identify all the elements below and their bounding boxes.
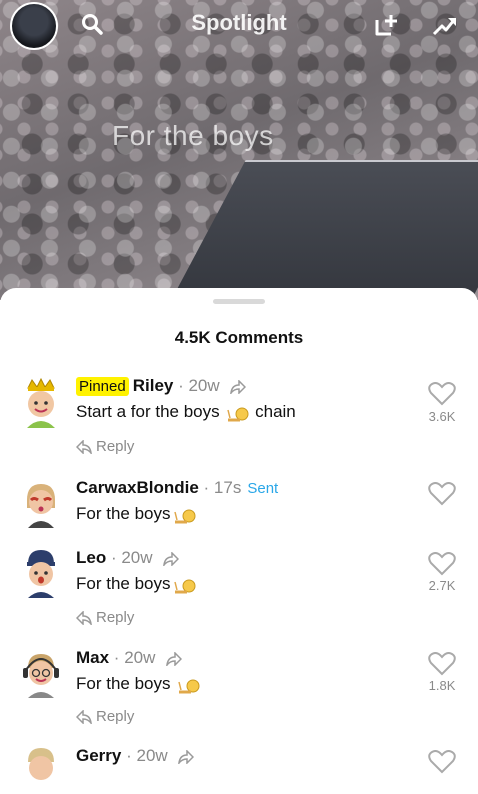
comment-age: 17s	[213, 478, 242, 497]
reply-button[interactable]: Reply	[75, 609, 134, 627]
avatar[interactable]	[18, 648, 64, 698]
reply-icon	[75, 709, 93, 726]
heart-icon[interactable]	[428, 382, 456, 406]
reply-button[interactable]: Reply	[75, 708, 134, 726]
spotlight-video[interactable]: For the boys	[0, 0, 478, 300]
comment-text: Start a for the boys chain	[76, 402, 296, 422]
comments-count: 4.5K Comments	[174, 328, 304, 347]
snail-emoji-icon	[173, 579, 195, 594]
like-count: 1.8K	[428, 678, 456, 693]
avatar[interactable]	[18, 744, 64, 794]
trend-arrow-icon[interactable]	[432, 14, 458, 38]
add-story-icon[interactable]	[373, 12, 399, 38]
comment-author[interactable]: Max	[76, 648, 109, 667]
comment-text: For the boys	[76, 574, 197, 594]
comment-header: Leo · 20w	[76, 548, 180, 568]
comment-header: Max · 20w	[76, 648, 183, 668]
comment-age: 20w	[136, 746, 168, 765]
like-count: 2.7K	[428, 578, 456, 593]
comment-text: For the boys	[76, 674, 201, 694]
comment-author[interactable]: Gerry	[76, 746, 121, 765]
comment-author[interactable]: Riley	[133, 376, 174, 395]
comment-text: For the boys	[76, 504, 197, 524]
reply-button[interactable]: Reply	[75, 438, 134, 456]
share-icon[interactable]	[166, 651, 183, 666]
heart-icon[interactable]	[428, 482, 456, 506]
comment-age: 20w	[188, 376, 220, 395]
page-title: Spotlight	[191, 10, 287, 35]
avatar[interactable]	[18, 548, 64, 598]
comment-age: 20w	[121, 548, 153, 567]
comment-age: 20w	[124, 648, 156, 667]
comments-sheet: 4.5K Comments Pinned Riley · 20w Start a …	[0, 288, 478, 780]
heart-icon[interactable]	[428, 652, 456, 676]
video-object	[154, 160, 478, 300]
reply-icon	[75, 439, 93, 456]
share-icon[interactable]	[163, 551, 180, 566]
sent-status: Sent	[247, 480, 279, 497]
comment-author[interactable]: CarwaxBlondie	[76, 478, 199, 497]
avatar[interactable]	[18, 478, 64, 528]
share-icon[interactable]	[230, 379, 247, 394]
snail-emoji-icon	[178, 679, 200, 694]
snail-emoji-icon	[227, 407, 249, 422]
heart-icon[interactable]	[428, 552, 456, 576]
comment-header: Gerry · 20w	[76, 746, 195, 766]
pinned-badge: Pinned	[76, 377, 129, 396]
snail-emoji-icon	[173, 509, 195, 524]
comment-header: CarwaxBlondie · 17s Sent	[76, 478, 279, 497]
avatar[interactable]	[18, 378, 64, 428]
like-count: 3.6K	[428, 409, 456, 424]
reply-icon	[75, 610, 93, 627]
share-icon[interactable]	[178, 749, 195, 764]
sheet-drag-handle[interactable]	[213, 299, 265, 304]
comment-header: Pinned Riley · 20w	[76, 376, 247, 396]
heart-icon[interactable]	[428, 750, 456, 774]
comment-author[interactable]: Leo	[76, 548, 106, 567]
video-caption: For the boys	[112, 120, 274, 151]
